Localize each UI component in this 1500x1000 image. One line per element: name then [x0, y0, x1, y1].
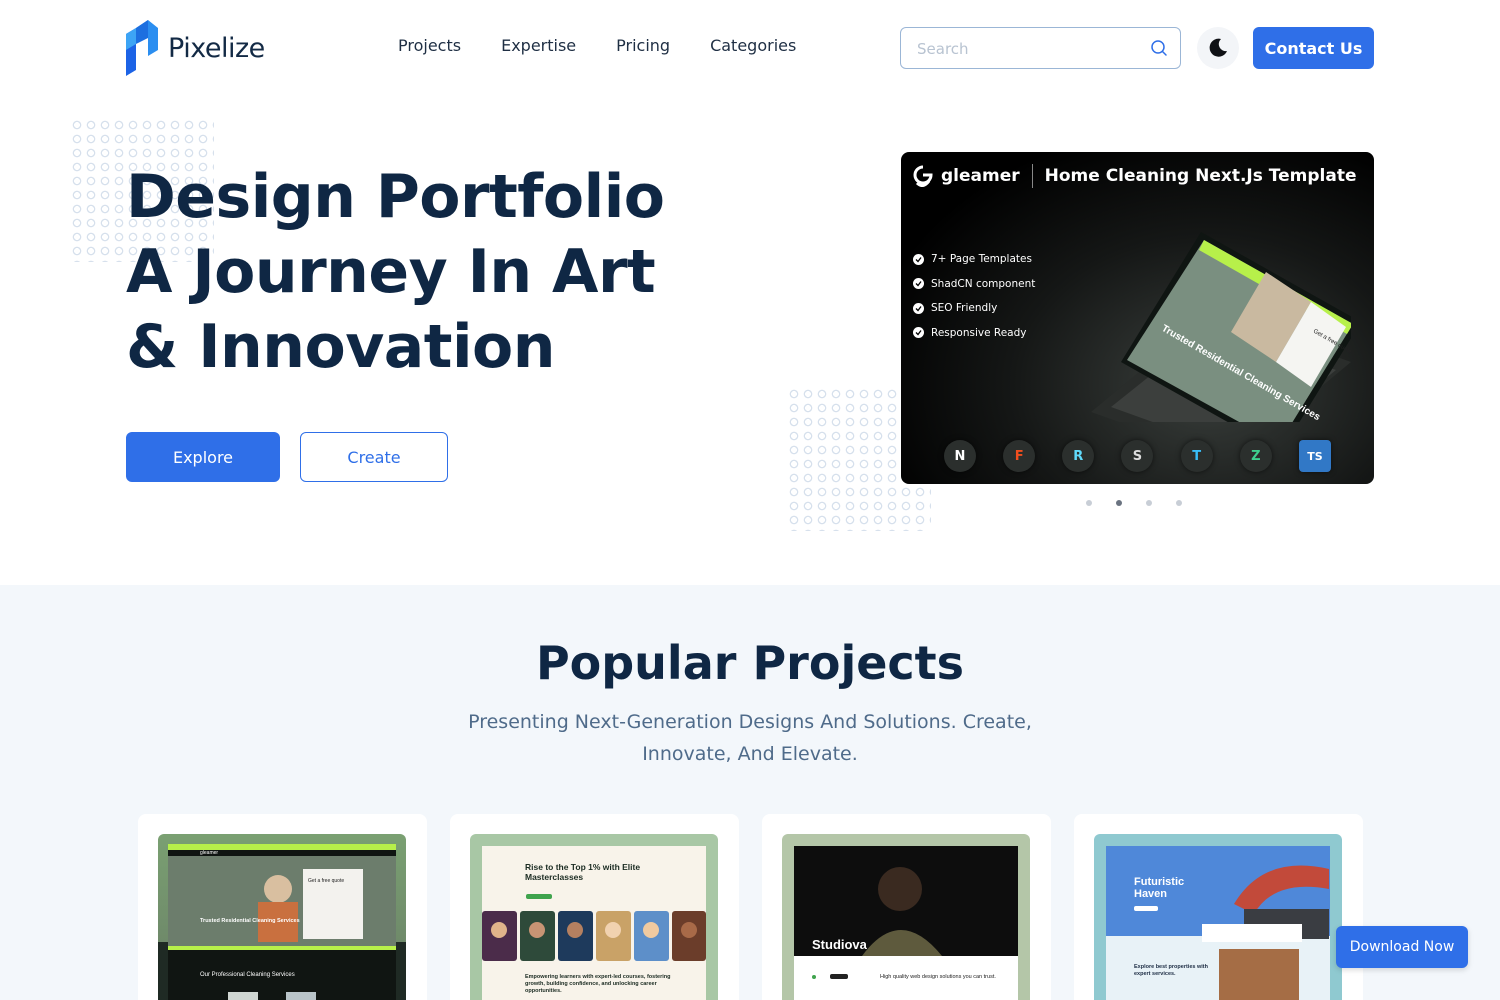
gleamer-logo-icon — [913, 165, 933, 187]
logo[interactable]: Pixelize — [126, 20, 265, 76]
card-caption: Rise to the Top 1% with Elite Masterclas… — [525, 862, 641, 882]
carousel-dot[interactable] — [1086, 500, 1092, 506]
search-input[interactable] — [917, 38, 1137, 60]
react-icon: R — [1062, 440, 1095, 472]
typescript-icon: TS — [1298, 440, 1331, 472]
project-thumbnail: Futuristic Haven Explore best properties… — [1094, 834, 1342, 1000]
slide-brand: gleamer — [941, 166, 1020, 186]
tech-stack-row: N F R S T Z TS — [901, 440, 1374, 472]
section-title: Popular Projects — [535, 636, 965, 690]
supabase-icon: Z — [1239, 440, 1272, 472]
feature-label: 7+ Page Templates — [931, 253, 1032, 266]
feature-label: Responsive Ready — [931, 326, 1027, 339]
search-box — [900, 27, 1181, 69]
project-card[interactable]: Studiova High quality web design solutio… — [762, 814, 1051, 1000]
feature-item: ShadCN component — [913, 272, 1035, 297]
hero-title-line: & Innovation — [126, 312, 555, 382]
nav-pricing[interactable]: Pricing — [616, 36, 670, 55]
card-caption: Futuristic Haven — [1134, 876, 1185, 900]
card-quote: Get a free quote — [308, 878, 344, 884]
nav-expertise[interactable]: Expertise — [501, 36, 576, 55]
carousel-dot[interactable] — [1176, 500, 1182, 506]
tailwind-icon: T — [1180, 440, 1213, 472]
check-icon — [913, 327, 924, 339]
shadcn-icon: S — [1121, 440, 1154, 472]
logo-text: Pixelize — [168, 32, 265, 64]
card-subcaption: Explore best properties with expert serv… — [1134, 964, 1208, 977]
create-button[interactable]: Create — [300, 432, 448, 482]
feature-item: SEO Friendly — [913, 296, 1035, 321]
project-card[interactable]: Rise to the Top 1% with Elite Masterclas… — [450, 814, 739, 1000]
card-caption: Studiova — [812, 937, 868, 952]
check-icon — [913, 302, 924, 314]
feature-list: 7+ Page Templates ShadCN component SEO F… — [913, 247, 1035, 345]
card-subcaption: Empowering learners with expert-led cour… — [525, 974, 671, 994]
search-icon[interactable] — [1150, 39, 1168, 61]
card-brand: gleamer — [200, 850, 218, 856]
slide-header: gleamer Home Cleaning Next.Js Template — [913, 164, 1357, 188]
feature-item: Responsive Ready — [913, 321, 1035, 346]
card-subcaption: High quality web design solutions you ca… — [880, 974, 996, 980]
hero-title: Design Portfolio A Journey In Art & Inno… — [126, 160, 746, 385]
project-thumbnail: Rise to the Top 1% with Elite Masterclas… — [470, 834, 718, 1000]
feature-item: 7+ Page Templates — [913, 247, 1035, 272]
laptop-mockup-image: Trusted Residential Cleaning Services Ge… — [1091, 232, 1351, 422]
nav-projects[interactable]: Projects — [398, 36, 461, 55]
hero-title-line: A Journey In Art — [126, 237, 656, 307]
carousel-pagination — [1086, 500, 1182, 506]
feature-label: SEO Friendly — [931, 302, 998, 315]
moon-icon — [1209, 38, 1227, 57]
project-thumbnail: Studiova High quality web design solutio… — [782, 834, 1030, 1000]
theme-toggle[interactable] — [1197, 27, 1239, 69]
logo-icon — [126, 20, 158, 76]
carousel-dot[interactable] — [1146, 500, 1152, 506]
project-card[interactable]: gleamer Get a free quote Trusted Residen… — [138, 814, 427, 1000]
project-card[interactable]: Futuristic Haven Explore best properties… — [1074, 814, 1363, 1000]
nav-categories[interactable]: Categories — [710, 36, 796, 55]
explore-button[interactable]: Explore — [126, 432, 280, 482]
card-caption: Trusted Residential Cleaning Services — [200, 918, 300, 924]
main-nav: Projects Expertise Pricing Categories — [398, 36, 796, 55]
hero-carousel-slide[interactable]: gleamer Home Cleaning Next.Js Template 7… — [901, 152, 1374, 484]
check-icon — [913, 278, 924, 290]
nextjs-icon: N — [944, 440, 976, 472]
divider — [1031, 164, 1033, 188]
download-now-button[interactable]: Download Now — [1336, 926, 1468, 968]
feature-label: ShadCN component — [931, 277, 1036, 290]
check-icon — [913, 253, 924, 265]
slide-heading: Home Cleaning Next.Js Template — [1044, 166, 1357, 186]
contact-button[interactable]: Contact Us — [1253, 27, 1374, 69]
carousel-dot-active[interactable] — [1116, 500, 1122, 506]
hero-title-line: Design Portfolio — [126, 162, 665, 232]
section-subtitle: Presenting Next-Generation Designs And S… — [468, 711, 1032, 765]
card-subcaption: Our Professional Cleaning Services — [200, 972, 295, 978]
figma-icon: F — [1003, 440, 1036, 472]
project-thumbnail: gleamer Get a free quote Trusted Residen… — [158, 834, 406, 1000]
site-header: Pixelize Projects Expertise Pricing Cate… — [0, 0, 1500, 96]
